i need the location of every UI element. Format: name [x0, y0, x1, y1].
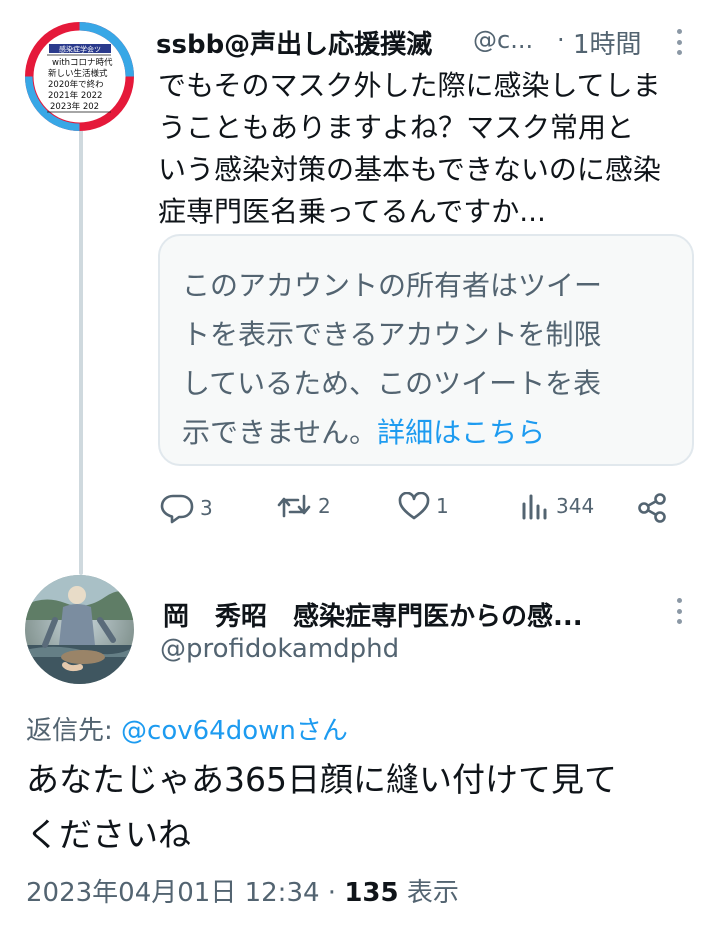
- author-name[interactable]: ssbb@声出し応援撲滅: [156, 24, 432, 61]
- avatar-badge-title: 感染症学会ツ: [59, 45, 101, 54]
- restricted-quote-notice: このアカウントの所有者はツイー トを表示できるアカウントを制限 しているため、こ…: [158, 234, 694, 466]
- tweet-meta: 2023年04月01日 12:34 · 135 表示: [26, 878, 459, 908]
- share-icon: [638, 493, 666, 523]
- learn-more-link[interactable]: 詳細はこちら: [377, 416, 545, 449]
- more-icon[interactable]: [669, 25, 689, 59]
- tweet-time[interactable]: 1時間: [573, 24, 642, 61]
- views-label: 表示: [398, 878, 459, 908]
- share-button[interactable]: [636, 492, 668, 524]
- author-name[interactable]: 岡 秀昭 感染症専門医からの感...: [163, 596, 583, 633]
- separator-dot: ·: [557, 26, 565, 54]
- retweet-count: 2: [318, 494, 331, 518]
- svg-text:2021年 2022: 2021年 2022: [48, 90, 102, 101]
- tweet-text: あなたじゃあ365日顔に縫い付けて見て くださいね: [26, 760, 617, 854]
- reply-count: 3: [200, 496, 213, 520]
- svg-text:withコロナ時代: withコロナ時代: [52, 57, 113, 68]
- svg-text:2023年 202: 2023年 202: [50, 101, 99, 112]
- retweet-button[interactable]: 2: [276, 492, 331, 520]
- views-icon: [522, 494, 547, 520]
- avatar[interactable]: [25, 575, 134, 684]
- avatar[interactable]: 感染症学会ツ withコロナ時代 新しい生活様式 2020年で終わ 2021年 …: [25, 22, 134, 131]
- like-count: 1: [436, 494, 449, 518]
- like-icon: [398, 492, 430, 520]
- views-count: 135: [344, 878, 399, 908]
- reply-to-mention[interactable]: @cov64downさん: [121, 716, 348, 746]
- thread-connector-line: [79, 120, 83, 575]
- reply-button[interactable]: 3: [160, 492, 213, 524]
- more-icon[interactable]: [669, 594, 689, 628]
- svg-text:新しい生活様式: 新しい生活様式: [48, 68, 108, 79]
- views-button[interactable]: 344: [520, 492, 594, 520]
- views-count: 344: [556, 494, 595, 518]
- like-button[interactable]: 1: [398, 492, 449, 520]
- reply-to-label: 返信先:: [26, 716, 122, 746]
- tweet-text: でもそのマスク外した際に感染してしま うこともありますよね？マスク常用と いう感…: [158, 69, 661, 228]
- svg-text:2020年で終わ: 2020年で終わ: [48, 79, 104, 90]
- tweet-timestamp[interactable]: 2023年04月01日 12:34: [26, 878, 320, 908]
- author-handle[interactable]: @profidokamdphd: [160, 634, 399, 664]
- retweet-icon: [277, 494, 311, 518]
- author-handle[interactable]: @c...: [473, 26, 533, 54]
- reply-icon: [160, 494, 194, 524]
- reply-to-line: 返信先: @cov64downさん: [26, 710, 348, 747]
